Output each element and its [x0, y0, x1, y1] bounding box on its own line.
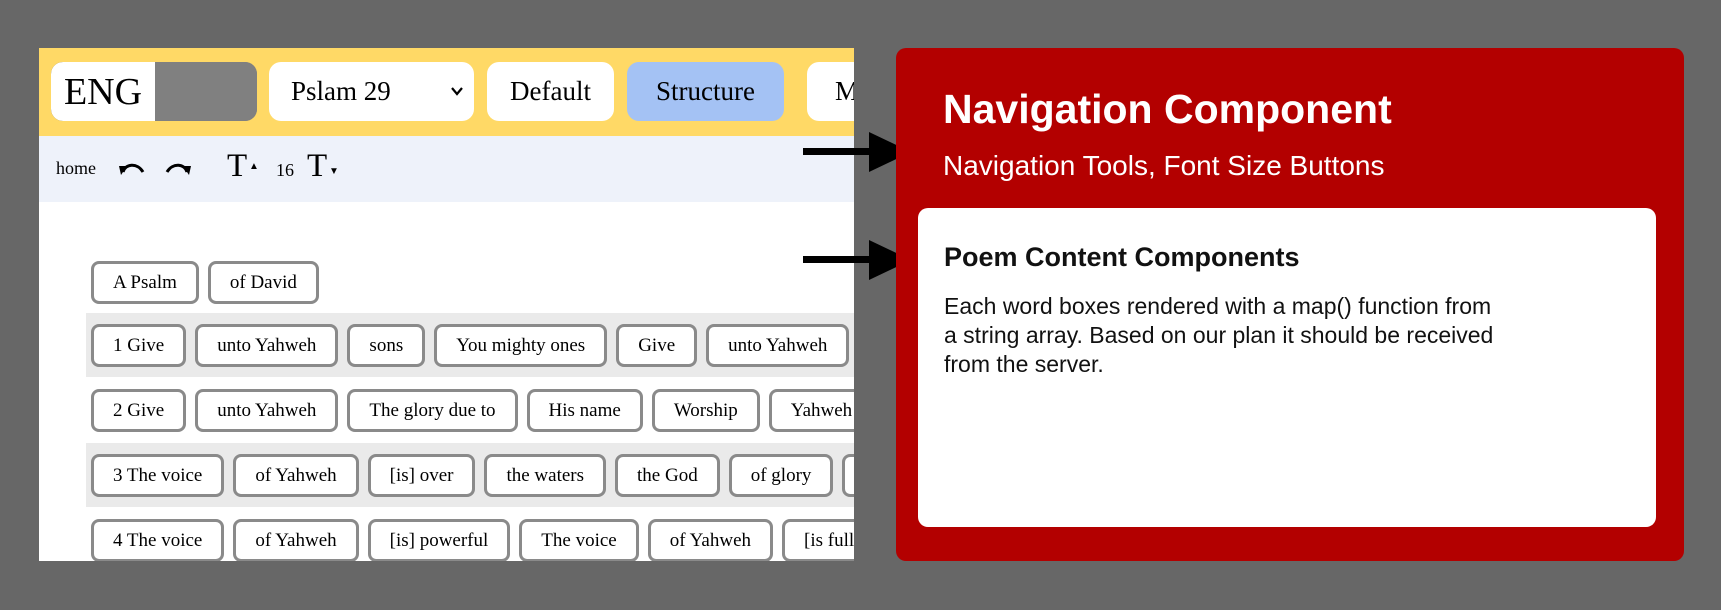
word-box[interactable]: the God — [615, 454, 720, 497]
word-box[interactable]: Give — [616, 324, 698, 367]
word-box[interactable]: of glory — [728, 454, 834, 497]
word-box[interactable]: of Yahweh — [233, 519, 359, 561]
toolbar: home T ▲ 16 T ▼ — [39, 136, 854, 202]
word-box-group: A Psalm of David — [91, 261, 319, 304]
annotation-card: Poem Content Components Each word boxes … — [918, 208, 1656, 527]
app-screenshot: ENG Pslam 29 Default Structure M home T … — [39, 48, 854, 561]
psalm-select-value: Pslam 29 — [291, 76, 391, 106]
poem-row: 4 The voice of Yahweh [is] powerful The voi… — [86, 508, 854, 561]
annotation-title: Navigation Component — [943, 86, 1392, 132]
word-box[interactable]: Worship — [651, 389, 760, 432]
psalm-select[interactable]: Pslam 29 — [269, 62, 474, 121]
poem-row: A Psalm of David — [86, 250, 854, 314]
word-box-group: 3 The voice of Yahweh [is] over the waters t… — [91, 454, 854, 497]
word-box[interactable]: of Yahweh — [233, 454, 359, 497]
word-box[interactable]: 4 The voice — [91, 519, 225, 561]
language-toggle[interactable]: ENG — [51, 62, 257, 121]
font-size-value: 16 — [276, 160, 294, 180]
word-box[interactable]: 1 Give — [91, 324, 187, 367]
word-box[interactable]: sons — [347, 324, 426, 367]
word-box[interactable]: of David — [207, 261, 319, 304]
chevron-down-icon — [451, 87, 463, 96]
home-link[interactable]: home — [56, 158, 96, 179]
caret-down-icon: ▼ — [329, 166, 339, 177]
more-button[interactable]: M — [807, 62, 854, 121]
word-box[interactable]: of Yahweh — [647, 519, 774, 561]
structure-button[interactable]: Structure — [627, 62, 784, 121]
card-title: Poem Content Components — [944, 242, 1300, 272]
poem-row: 1 Give unto Yahweh sons You mighty ones Give… — [86, 313, 854, 377]
word-box[interactable]: 2 Give — [91, 389, 187, 432]
redo-icon[interactable] — [163, 156, 193, 182]
word-box[interactable]: the waters — [484, 454, 607, 497]
word-box[interactable]: The glory due to — [347, 389, 518, 432]
default-button[interactable]: Default — [487, 62, 614, 121]
word-box[interactable]: unto Yahweh — [195, 389, 339, 432]
poem-row: 3 The voice of Yahweh [is] over the waters t… — [86, 443, 854, 507]
undo-icon[interactable] — [117, 156, 147, 182]
font-increase-icon[interactable]: T — [227, 148, 247, 185]
annotation-panel: Navigation Component Navigation Tools, F… — [896, 48, 1684, 561]
word-box[interactable]: 3 The voice — [91, 454, 225, 497]
navbar: ENG Pslam 29 Default Structure M — [39, 48, 854, 136]
word-box[interactable]: [is] over — [367, 454, 476, 497]
word-box[interactable]: unto Yahweh — [195, 324, 339, 367]
word-box[interactable]: The voice — [519, 519, 639, 561]
word-box[interactable]: You mighty ones — [434, 324, 608, 367]
word-box[interactable]: [is] powerful — [367, 519, 511, 561]
language-label[interactable]: ENG — [51, 62, 155, 121]
word-box[interactable]: [is full] of majesty — [782, 519, 854, 561]
annotation-subtitle: Navigation Tools, Font Size Buttons — [943, 150, 1385, 181]
caret-up-icon: ▲ — [249, 161, 259, 172]
card-body: Each word boxes rendered with a map() fu… — [944, 293, 1494, 377]
font-decrease-icon[interactable]: T — [307, 148, 327, 185]
word-box[interactable]: unto Yahweh — [706, 324, 850, 367]
word-box[interactable]: His name — [526, 389, 643, 432]
poem-row: 2 Give unto Yahweh The glory due to His nam… — [86, 378, 854, 442]
word-box-group: 1 Give unto Yahweh sons You mighty ones Give… — [91, 324, 854, 367]
word-box-group: 4 The voice of Yahweh [is] powerful The voi… — [91, 519, 854, 561]
word-box-group: 2 Give unto Yahweh The glory due to His nam… — [91, 389, 854, 432]
word-box[interactable]: thunders — [842, 454, 854, 497]
word-box[interactable]: A Psalm — [91, 261, 199, 304]
word-box[interactable]: Yahweh — [768, 389, 854, 432]
language-toggle-off[interactable] — [155, 62, 257, 121]
